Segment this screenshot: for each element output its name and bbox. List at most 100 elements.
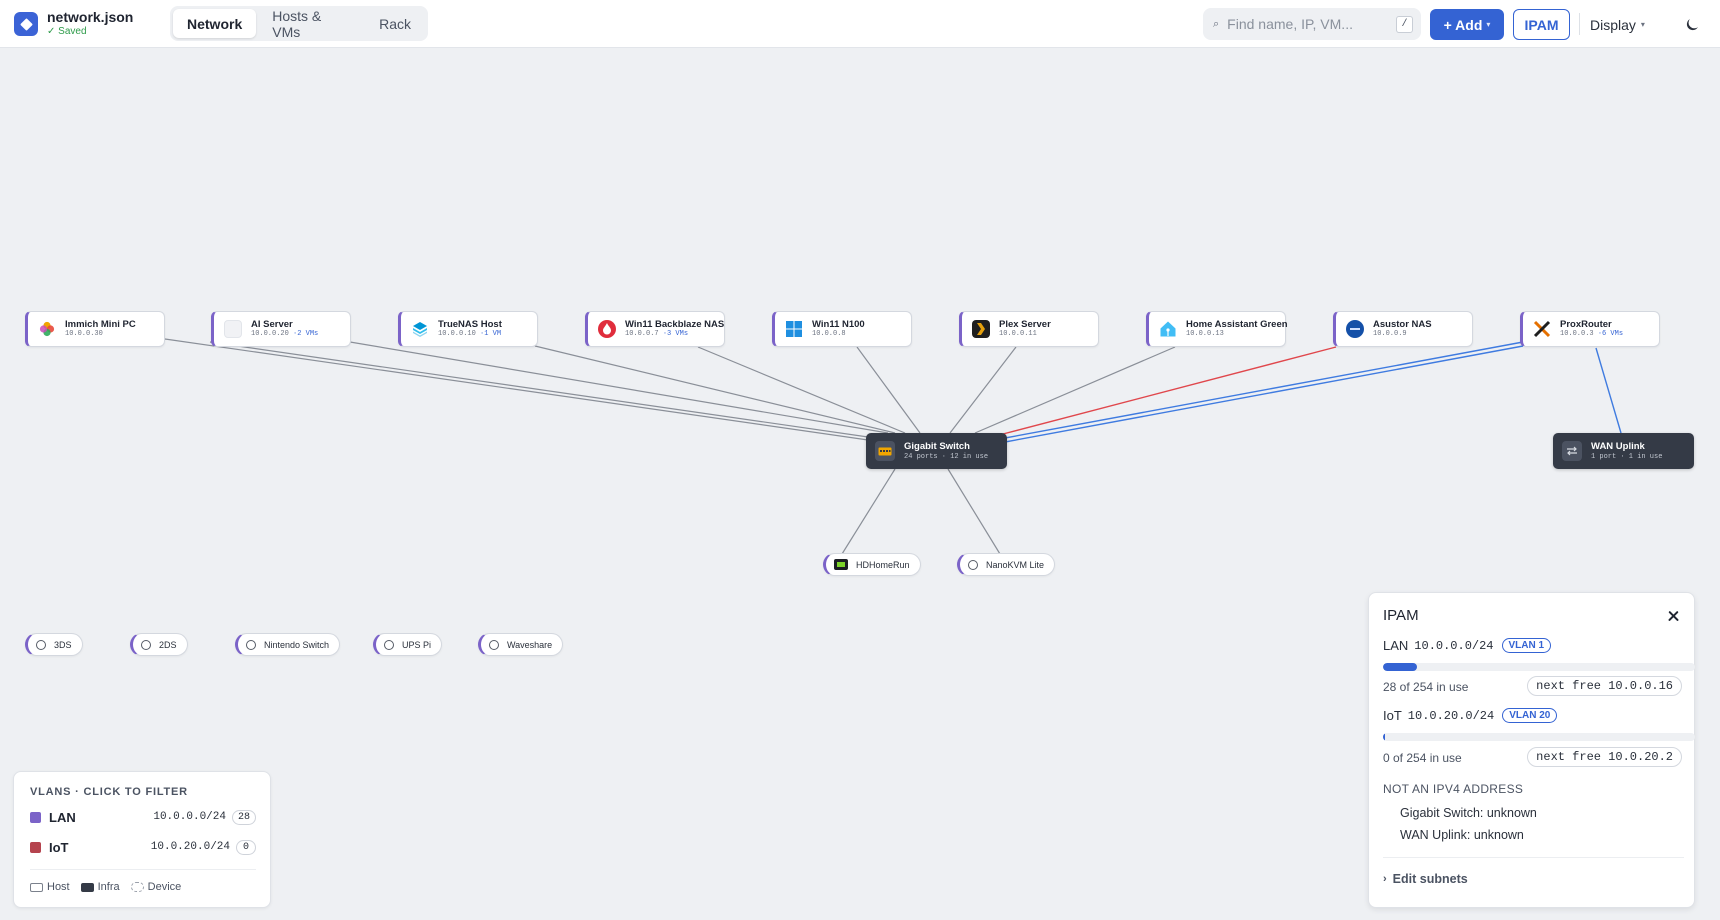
host-vm-count: ·2 VMs	[293, 330, 319, 339]
host-ip: 10.0.0.8	[812, 330, 865, 338]
legend-host-label: Host	[47, 881, 70, 893]
device-node-2ds[interactable]: 2DS	[130, 633, 188, 656]
infra-ports: 1 port · 1 in use	[1591, 452, 1663, 461]
immich-icon	[38, 320, 56, 338]
vlan-cidr: 10.0.20.0/24	[150, 841, 230, 853]
link-switch-nanokvm	[947, 468, 1001, 555]
link-truenas-switch	[534, 345, 896, 434]
device-node-hdhomerun[interactable]: HDHomeRun	[823, 553, 921, 576]
device-node-waveshare[interactable]: Waveshare	[478, 633, 564, 656]
ipam-divider	[1383, 857, 1684, 858]
vlan-filter-iot[interactable]: IoT 10.0.20.0/24 0	[30, 836, 256, 858]
host-name: ProxRouter	[1560, 318, 1612, 330]
device-circle-icon	[384, 639, 394, 650]
host-ip-value: 10.0.0.9	[1373, 330, 1407, 339]
host-node-win11-n100[interactable]: Win11 N100 10.0.0.8	[772, 311, 912, 347]
backblaze-flame-icon	[598, 320, 616, 338]
vlan-name: IoT	[49, 839, 69, 855]
host-ip-value: 10.0.0.10	[438, 330, 476, 339]
host-ip: 10.0.0.3 ·6 VMs	[1560, 330, 1623, 338]
device-circle-icon	[968, 559, 978, 570]
host-ip-value: 10.0.0.3	[1560, 330, 1594, 339]
link-aiserver2-switch	[349, 341, 889, 434]
host-node-asustor[interactable]: Asustor NAS 10.0.0.9	[1333, 311, 1473, 347]
vlan-badge: VLAN 1	[1501, 638, 1552, 653]
next-free-ip: next free 10.0.0.16	[1527, 676, 1682, 696]
host-node-plex[interactable]: Plex Server 10.0.0.11	[959, 311, 1099, 347]
link-proxrouter-wan	[1595, 347, 1622, 434]
switch-icon	[875, 441, 895, 461]
vlan-host-count: 0	[236, 839, 256, 855]
device-name: HDHomeRun	[856, 559, 910, 570]
host-ip: 10.0.0.7 ·3 VMs	[625, 330, 724, 338]
host-name: Win11 Backblaze NAS	[625, 318, 725, 330]
subnet-name: IoT	[1383, 708, 1402, 723]
host-vm-count: ·1 VM	[480, 330, 502, 339]
edit-subnets-label: Edit subnets	[1392, 872, 1468, 886]
legend-infra-label: Infra	[97, 881, 120, 893]
host-ip-value: 10.0.0.20	[251, 330, 289, 339]
infra-node-gigabit-switch[interactable]: Gigabit Switch 24 ports · 12 in use	[866, 433, 1007, 469]
proxmox-icon	[1533, 320, 1551, 338]
device-node-nintendo-switch[interactable]: Nintendo Switch	[235, 633, 341, 656]
link-immich-switch	[164, 338, 869, 441]
subnet-usage-bar	[1383, 733, 1695, 741]
device-name: UPS Pi	[402, 639, 432, 650]
infra-name: Gigabit Switch	[904, 441, 970, 453]
link-hass-switch	[974, 346, 1176, 434]
host-ip: 10.0.0.10 ·1 VM	[438, 330, 502, 338]
host-ip: 10.0.0.11	[999, 330, 1051, 338]
host-name: Asustor NAS	[1373, 318, 1432, 330]
host-ip-value: 10.0.0.8	[812, 330, 846, 339]
device-circle-icon	[489, 639, 499, 650]
host-ip-value: 10.0.0.30	[65, 330, 103, 339]
vlan-divider	[30, 869, 256, 870]
host-node-win11-backblaze[interactable]: Win11 Backblaze NAS 10.0.0.7 ·3 VMs	[585, 311, 725, 347]
host-node-immich[interactable]: Immich Mini PC 10.0.0.30	[25, 311, 165, 347]
subnet-cidr: 10.0.0.0/24	[1414, 638, 1494, 653]
close-icon[interactable]	[1664, 607, 1682, 625]
host-name: Immich Mini PC	[65, 318, 136, 330]
vlan-filter-lan[interactable]: LAN 10.0.0.0/24 28	[30, 806, 256, 828]
infra-node-wan-uplink[interactable]: WAN Uplink 1 port · 1 in use	[1553, 433, 1694, 469]
usage-fill	[1383, 663, 1418, 671]
device-node-ups-pi[interactable]: UPS Pi	[373, 633, 443, 656]
device-node-nanokvm[interactable]: NanoKVM Lite	[957, 553, 1056, 576]
host-node-home-assistant[interactable]: Home Assistant Green 10.0.0.13	[1146, 311, 1288, 347]
host-ip: 10.0.0.30	[65, 330, 136, 338]
subnet-header-lan: LAN 10.0.0.0/24 VLAN 1	[1383, 638, 1552, 653]
non-ipv4-item: WAN Uplink: unknown	[1400, 828, 1524, 842]
link-proxrouter-switch-trunk-a	[1004, 341, 1524, 439]
host-vm-count: ·6 VMs	[1597, 330, 1624, 339]
chevron-right-icon: ›	[1383, 873, 1387, 885]
legend-device-label: Device	[147, 881, 182, 893]
vlan-badge: VLAN 20	[1502, 708, 1558, 723]
host-ip: 10.0.0.13	[1186, 330, 1288, 338]
link-n100-switch	[856, 346, 921, 434]
host-name: Plex Server	[999, 318, 1051, 330]
subnet-header-iot: IoT 10.0.20.0/24 VLAN 20	[1383, 708, 1558, 723]
non-ipv4-item: Gigabit Switch: unknown	[1400, 806, 1537, 820]
host-node-proxrouter[interactable]: ProxRouter 10.0.0.3 ·6 VMs	[1520, 311, 1660, 347]
legend-infra-swatch	[80, 882, 94, 892]
host-ip: 10.0.0.20 ·2 VMs	[251, 330, 318, 338]
vlan-filter-panel: VLANS · CLICK TO FILTER LAN 10.0.0.0/24 …	[13, 771, 271, 908]
device-circle-icon	[36, 639, 46, 650]
ai-server-icon	[224, 320, 242, 338]
link-switch-hdhomerun	[841, 468, 896, 555]
legend-device-swatch	[130, 882, 144, 892]
infra-name: WAN Uplink	[1591, 441, 1645, 453]
host-node-truenas[interactable]: TrueNAS Host 10.0.0.10 ·1 VM	[398, 311, 538, 347]
host-ip-value: 10.0.0.7	[625, 330, 659, 339]
hdhomerun-icon	[834, 559, 848, 570]
device-node-3ds[interactable]: 3DS	[25, 633, 83, 656]
edit-subnets-toggle[interactable]: › Edit subnets	[1383, 872, 1468, 886]
legend-host-swatch	[30, 882, 43, 892]
host-node-ai-server[interactable]: AI Server 10.0.0.20 ·2 VMs	[211, 311, 351, 347]
host-ip-value: 10.0.0.13	[1186, 330, 1224, 339]
ipam-panel-title: IPAM	[1383, 607, 1419, 624]
host-name: TrueNAS Host	[438, 318, 502, 330]
device-name: Waveshare	[507, 639, 553, 650]
infra-ports: 24 ports · 12 in use	[904, 452, 989, 461]
truenas-icon	[411, 320, 429, 338]
